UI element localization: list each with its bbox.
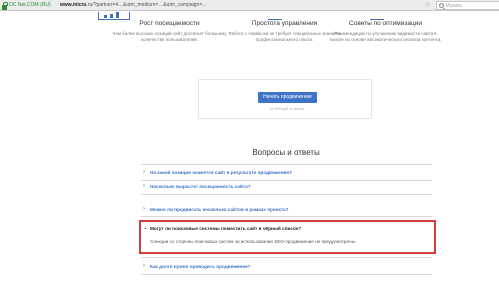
feature-text: Работа с сервисом не требует специальных… [228, 31, 341, 42]
divider [141, 257, 432, 258]
address-bar[interactable]: www.micru.ru/?partner=4…&utm_medium=…&ut… [60, 1, 420, 10]
star-icon[interactable]: ☆ [424, 0, 431, 10]
faq-question: Насколько вырастет посещаемость сайта? [150, 184, 251, 189]
divider [141, 216, 432, 217]
divider [141, 180, 432, 181]
highlight-frame [139, 220, 436, 254]
faq-item[interactable]: › На какой позиции окажется сайт в резул… [143, 168, 431, 177]
feature-growth: Рост посещаемости Чем более высоких пози… [112, 19, 227, 43]
feature-title: Советы по оптимизации [349, 20, 422, 27]
search-placeholder: Искать [446, 2, 462, 9]
divider [141, 194, 432, 195]
chevron-right-icon: › [143, 263, 145, 269]
faq-question: На какой позиции окажется сайт в результ… [150, 170, 293, 175]
faq-question: Можно ли продвигать несколько сайтов в р… [150, 207, 289, 212]
feature-text: Чем более высоких позиций сайт достигает… [112, 31, 227, 42]
faq-heading: Вопросы и ответы [252, 148, 320, 157]
browser-toolbar: OC Net.COM (RU) www.micru.ru/?partner=4…… [0, 0, 499, 11]
url-rest: .ru/?partner=4…&utm_medium=…&utm_campaig… [86, 2, 208, 8]
feature-simplicity: Простота управления Работа с сервисом не… [227, 19, 342, 43]
faq-item[interactable]: › Как долго нужно проводить продвижение? [143, 262, 431, 271]
secure-label: OC Net.COM (RU) [9, 2, 51, 8]
feature-text: Рекомендации по улучшению видимости сайт… [329, 31, 442, 42]
feature-title: Рост посещаемости [139, 20, 200, 27]
faq-question: Как долго нужно проводить продвижение? [150, 264, 251, 269]
faq-item[interactable]: › Насколько вырастет посещаемость сайта? [143, 182, 431, 191]
chevron-right-icon: › [143, 169, 145, 175]
faq-item[interactable]: › Можно ли продвигать несколько сайтов в… [143, 205, 431, 214]
chevron-right-icon: › [143, 183, 145, 189]
secure-indicator[interactable]: OC Net.COM (RU) [2, 1, 51, 10]
lock-icon [2, 1, 8, 10]
feature-advice: Советы по оптимизации Рекомендации по ул… [328, 19, 443, 43]
feature-title: Простота управления [251, 20, 318, 27]
chevron-right-icon: › [143, 206, 145, 212]
search-icon [439, 3, 444, 8]
search-input[interactable]: Искать [436, 1, 499, 10]
start-promotion-button[interactable]: Начать продвижение [258, 92, 317, 103]
price-note: от 600 руб. в месяц [269, 107, 305, 111]
url-domain: www.micru [60, 2, 87, 8]
divider [141, 274, 432, 275]
divider [141, 164, 432, 165]
